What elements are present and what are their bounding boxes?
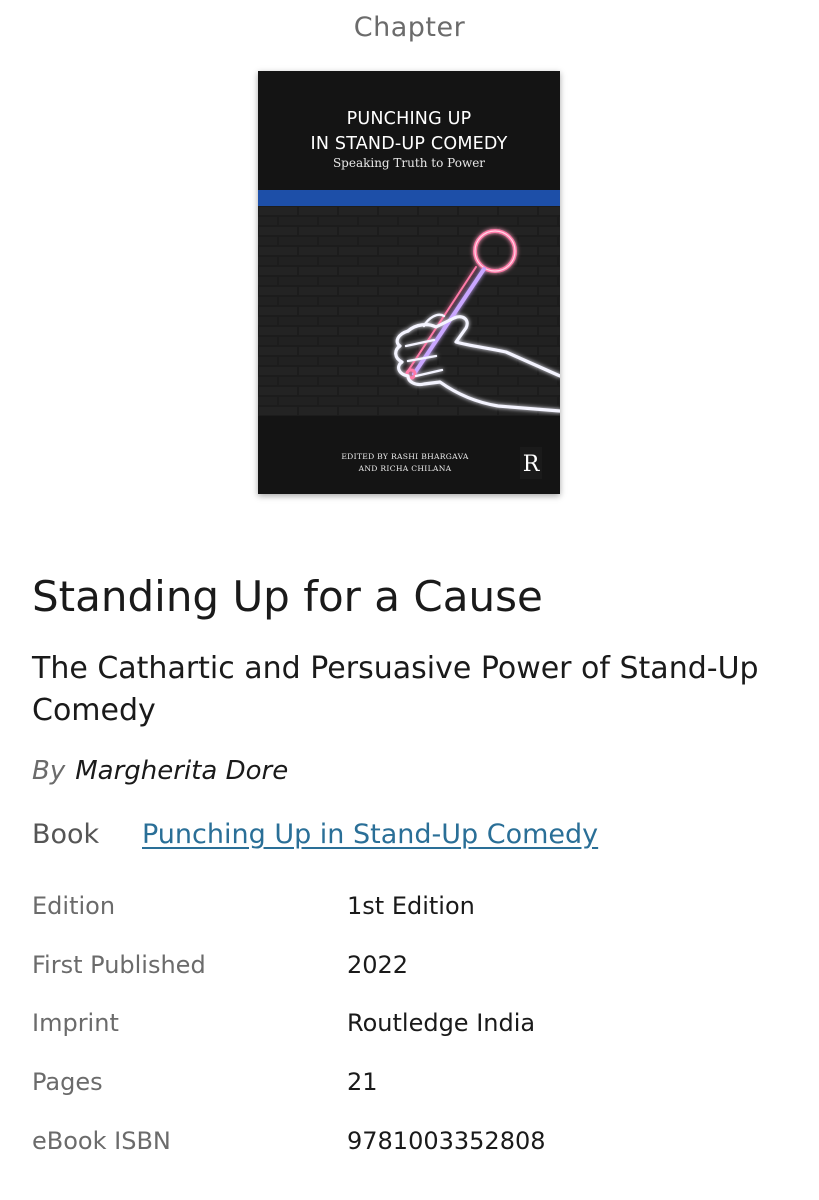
svg-text:R: R bbox=[523, 452, 541, 477]
parent-book-link[interactable]: Punching Up in Stand-Up Comedy bbox=[142, 819, 598, 850]
page-type-label: Chapter bbox=[353, 12, 466, 43]
detail-value: 1st Edition bbox=[347, 892, 475, 920]
detail-value: 2022 bbox=[347, 950, 409, 979]
detail-row-pages: Pages 21 bbox=[32, 1068, 792, 1127]
detail-row-imprint: Imprint Routledge India bbox=[32, 1009, 792, 1068]
detail-row-ebook-isbn: eBook ISBN 9781003352808 bbox=[32, 1127, 792, 1186]
detail-row-edition: Edition 1st Edition bbox=[32, 892, 792, 951]
parent-book-row: Book Punching Up in Stand-Up Comedy bbox=[32, 819, 598, 850]
book-label: Book bbox=[32, 819, 100, 850]
neon-microphone-hand-illustration bbox=[258, 206, 560, 416]
detail-value: Routledge India bbox=[347, 1009, 536, 1038]
cover-blue-band bbox=[258, 190, 560, 206]
detail-label: Edition bbox=[32, 892, 116, 920]
cover-subtitle: Speaking Truth to Power bbox=[332, 156, 486, 170]
chapter-title: Standing Up for a Cause bbox=[32, 572, 543, 621]
chapter-subtitle: The Cathartic and Persuasive Power of St… bbox=[32, 651, 759, 728]
detail-label: First Published bbox=[32, 950, 206, 979]
author-name: Margherita Dore bbox=[75, 756, 289, 786]
cover-editors: EDITED BY RASHI BHARGAVA AND RICHA CHILA… bbox=[341, 452, 469, 473]
detail-label: eBook ISBN bbox=[32, 1126, 171, 1155]
book-details-table: Edition 1st Edition First Published 2022… bbox=[32, 892, 792, 1185]
by-label: By bbox=[32, 756, 66, 786]
routledge-logo-icon: R bbox=[520, 447, 542, 479]
detail-value: 21 bbox=[347, 1068, 378, 1097]
cover-title: PUNCHING UP IN STAND-UP COMEDY bbox=[310, 109, 508, 154]
detail-row-first-published: First Published 2022 bbox=[32, 951, 792, 1010]
detail-value: 9781003352808 bbox=[347, 1126, 546, 1155]
detail-label: Imprint bbox=[32, 1009, 119, 1038]
detail-label: Pages bbox=[32, 1068, 103, 1097]
book-cover-image[interactable]: PUNCHING UP IN STAND-UP COMEDY Speaking … bbox=[258, 71, 560, 494]
author-byline: By Margherita Dore bbox=[32, 756, 288, 786]
